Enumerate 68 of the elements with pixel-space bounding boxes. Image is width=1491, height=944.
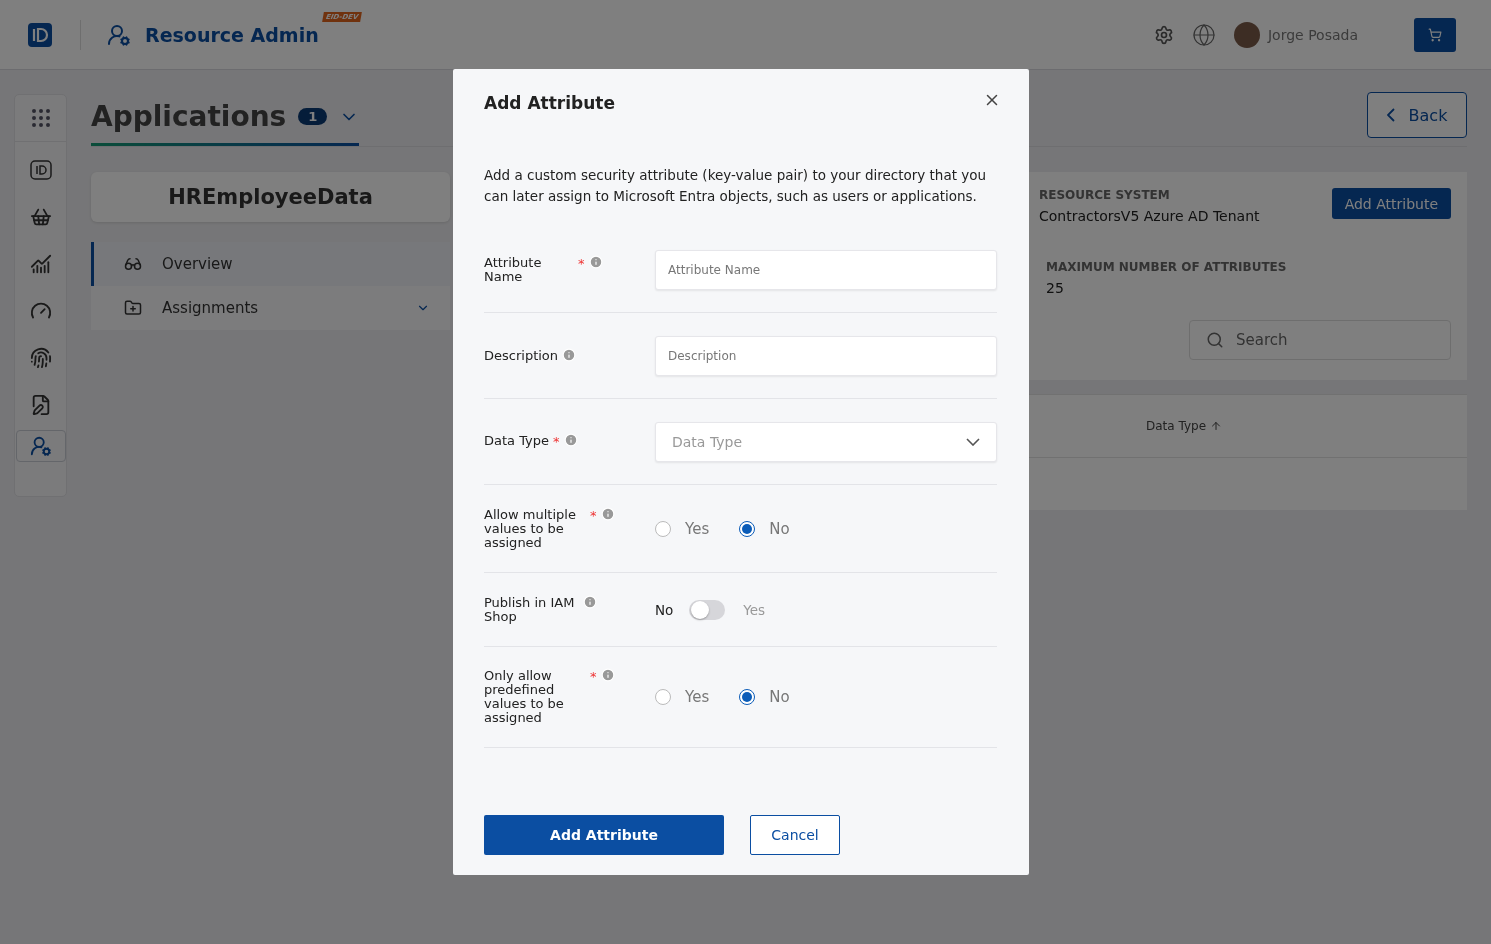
- search-icon: [1206, 331, 1224, 349]
- rail-item[interactable]: [15, 430, 66, 462]
- field-label: Description: [484, 348, 559, 363]
- required-mark: *: [590, 669, 597, 684]
- chevron-down-icon: [966, 437, 980, 446]
- toggle-switch[interactable]: [689, 599, 726, 620]
- fingerprint-icon: [29, 347, 52, 369]
- radio-button[interactable]: [655, 520, 671, 537]
- app-title: Resource Admin: [145, 23, 319, 46]
- toggle-on-label: Yes: [743, 601, 766, 618]
- field-label: Data Type: [484, 434, 550, 448]
- field-value: ContractorsV5 Azure AD Tenant: [1039, 208, 1261, 224]
- logo-icon[interactable]: [28, 22, 52, 47]
- dialog-description: Add a custom security attribute (key-value pair) to your directory that you can later assign to Microsoft Entra objects, such as users or applications.: [484, 166, 988, 206]
- chevron-left-icon: [1386, 108, 1395, 122]
- radio-button[interactable]: [739, 689, 756, 705]
- text-input-field[interactable]: Attribute Name: [655, 249, 997, 290]
- dialog-title: Add Attribute: [484, 93, 615, 113]
- info-icon[interactable]: [563, 433, 578, 447]
- nav-item[interactable]: Overview: [91, 242, 450, 286]
- folder-add-icon: [124, 299, 142, 317]
- count-badge: 1: [298, 108, 328, 125]
- globe-icon[interactable]: [1192, 22, 1216, 47]
- search-field[interactable]: Search: [1189, 320, 1451, 360]
- field-label: Attribute Name: [484, 255, 543, 284]
- radio-option[interactable]: Yes: [655, 519, 710, 538]
- cancel-button[interactable]: Cancel: [750, 815, 840, 855]
- cart-icon: [29, 206, 52, 228]
- cart-icon: [1428, 27, 1442, 42]
- id-card-icon: [29, 159, 52, 181]
- page-title: Applications: [91, 100, 287, 133]
- required-mark: *: [553, 434, 560, 449]
- field-label: MAXIMUM NUMBER OF ATTRIBUTES: [1046, 260, 1288, 274]
- info-icon[interactable]: [588, 254, 603, 269]
- glasses-icon: [124, 255, 142, 273]
- info-icon[interactable]: [562, 347, 577, 362]
- radio-option[interactable]: Yes: [655, 688, 710, 706]
- settings-icon[interactable]: [1154, 24, 1174, 45]
- application-name: HREmployeeData: [91, 172, 450, 222]
- add-attribute-button[interactable]: Add Attribute: [484, 815, 724, 855]
- text-input-field[interactable]: Description: [655, 335, 997, 376]
- column-header[interactable]: Data Type: [1146, 419, 1223, 433]
- chart-icon: [29, 253, 52, 275]
- info-icon[interactable]: [600, 506, 615, 521]
- field-label: RESOURCE SYSTEM: [1039, 188, 1171, 202]
- radio-option[interactable]: No: [739, 688, 790, 706]
- toggle-off-label: No: [655, 601, 674, 618]
- data-type-dropdown[interactable]: Data Type: [655, 421, 997, 462]
- required-mark: *: [578, 255, 585, 271]
- user-admin-icon: [29, 435, 52, 457]
- info-icon[interactable]: [600, 668, 615, 682]
- required-mark: *: [590, 507, 597, 523]
- field-label: Publish in IAM Shop: [484, 595, 576, 624]
- user-name[interactable]: Jorge Posada: [1268, 26, 1358, 43]
- field-label: Allow multiple values to be assigned: [484, 507, 577, 550]
- sort-arrow-icon: [1210, 420, 1223, 432]
- radio-button[interactable]: [739, 520, 756, 537]
- info-icon[interactable]: [583, 594, 597, 609]
- page-title-tab[interactable]: Applications 1: [91, 94, 360, 146]
- radio-option[interactable]: No: [739, 519, 790, 538]
- user-admin-icon[interactable]: [107, 22, 131, 47]
- avatar[interactable]: [1234, 21, 1260, 48]
- add-attribute-button[interactable]: Add Attribute: [1331, 188, 1451, 219]
- field-label: Only allow predefined values to be assigned: [484, 669, 565, 725]
- radio-button[interactable]: [655, 689, 671, 705]
- back-button[interactable]: Back: [1367, 92, 1467, 138]
- cart-button[interactable]: [1414, 17, 1456, 52]
- field-value: 25: [1046, 280, 1065, 296]
